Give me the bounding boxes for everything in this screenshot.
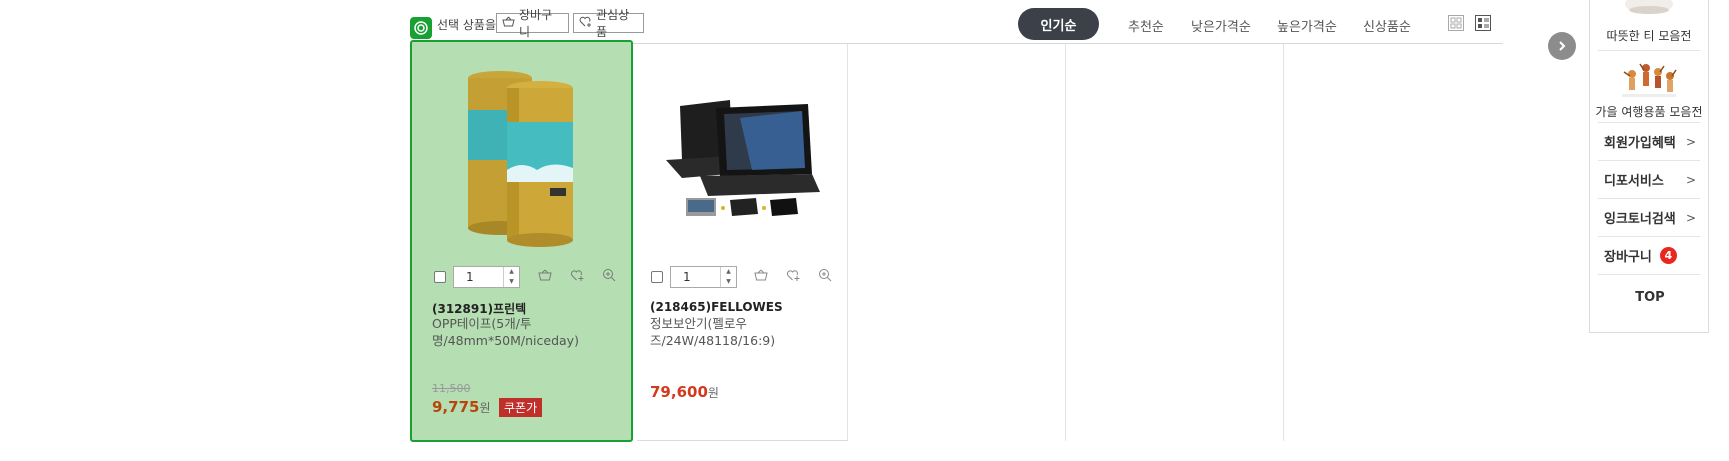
quantity-value: 1 [683,270,691,284]
product-original-price: 11,500 [432,382,471,395]
sort-high-price-tab[interactable]: 높은가격순 [1277,16,1337,35]
side-link-label: 디포서비스 [1604,174,1664,189]
grid-view-icon[interactable] [1448,15,1464,31]
side-divider [1598,50,1700,51]
heart-plus-icon[interactable] [568,266,586,284]
add-selected-to-wishlist-button[interactable]: 관심상품 [573,8,644,39]
side-link-label: 회원가입혜택 [1604,136,1676,151]
promo-label-travel[interactable]: 가을 여행용품 모음전 [1590,103,1708,120]
quantity-value: 1 [466,270,474,284]
selected-check-icon[interactable] [410,17,432,39]
price-value: 9,775 [432,398,480,416]
promo-label-tea[interactable]: 따뜻한 티 모음전 [1590,27,1708,44]
cart-button-label: 장바구니 [519,8,553,39]
product-select-checkbox[interactable] [651,271,663,283]
chevron-right-icon: > [1685,210,1696,225]
product-select-checkbox[interactable] [434,271,446,283]
product-price: 79,600원 [650,383,719,401]
product-image-tape[interactable] [460,70,580,248]
sort-new-tab[interactable]: 신상품순 [1363,16,1411,35]
product-name[interactable]: OPP테이프(5개/투명/48mm*50M/niceday) [432,315,597,349]
promo-image-travel[interactable] [1618,58,1680,102]
list-view-icon[interactable] [1475,15,1491,31]
grid-divider [847,44,848,441]
side-cart-label: 장바구니 [1604,250,1652,265]
quantity-spinner[interactable]: ▲ ▼ [503,267,519,287]
grid-divider [1283,44,1284,441]
quick-side-panel: 따뜻한 티 모음전 가을 여행용품 모음전 회원가입혜택 > 디포서비스 > 잉크토… [1589,0,1709,333]
sort-low-price-tab[interactable]: 낮은가격순 [1191,16,1251,35]
chevron-right-icon: > [1685,134,1696,149]
top-label: TOP [1635,289,1665,305]
price-value: 79,600 [650,383,708,401]
product-code[interactable]: (218465)FELLOWES [650,300,783,314]
zoom-icon[interactable] [600,266,618,284]
side-link-ink-search[interactable]: 잉크토너검색 > [1598,199,1700,237]
selection-label: 선택 상품을 [437,18,497,32]
heart-plus-icon [579,16,592,31]
grid-divider [1065,44,1066,441]
grid-divider [637,440,848,441]
chevron-right-icon: > [1685,172,1696,187]
side-link-service[interactable]: 디포서비스 > [1598,161,1700,199]
chevron-right-icon[interactable] [1548,32,1576,60]
add-selected-to-cart-button[interactable]: 장바구니 [496,8,569,39]
basket-icon [502,16,515,30]
price-currency: 원 [707,386,719,400]
cart-count-badge: 4 [1659,247,1677,264]
sort-recommended-tab[interactable]: 추천순 [1128,16,1164,35]
quantity-stepper[interactable]: 1 ▲ ▼ [453,266,520,288]
product-image-privacy-filter[interactable] [660,96,820,226]
wishlist-button-label: 관심상품 [596,8,630,39]
quantity-spinner[interactable]: ▲ ▼ [720,267,736,287]
side-link-membership[interactable]: 회원가입혜택 > [1598,123,1700,161]
side-link-label: 잉크토너검색 [1604,212,1676,227]
zoom-icon[interactable] [816,266,834,284]
product-price: 9,775원 [432,398,491,416]
promo-image-tea[interactable] [1620,0,1678,20]
product-name[interactable]: 정보보안기(펠로우즈/24W/48118/16:9) [650,315,815,349]
quantity-stepper[interactable]: 1 ▲ ▼ [670,266,737,288]
basket-icon[interactable] [752,266,770,284]
basket-icon[interactable] [536,266,554,284]
side-link-cart[interactable]: 장바구니 4 [1598,237,1700,275]
product-qty-row: 1 ▲ ▼ [651,266,737,288]
sort-popular-tab[interactable]: 인기순 [1018,8,1099,40]
scroll-top-button[interactable]: TOP [1598,278,1700,316]
heart-plus-icon[interactable] [784,266,802,284]
product-qty-row: 1 ▲ ▼ [434,266,520,288]
coupon-badge: 쿠폰가 [499,398,543,417]
price-currency: 원 [479,401,491,415]
